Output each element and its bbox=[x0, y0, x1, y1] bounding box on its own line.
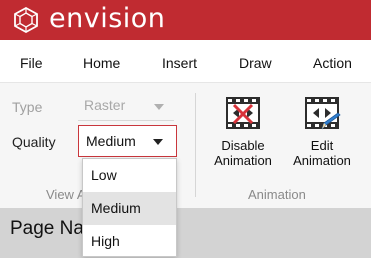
disable-animation-label-line2: Animation bbox=[214, 153, 272, 168]
view-group-label: View A bbox=[46, 187, 86, 202]
menu-action[interactable]: Action bbox=[313, 55, 352, 71]
edit-animation-label-line2: Animation bbox=[293, 153, 351, 168]
edit-animation-label: Edit Animation bbox=[288, 138, 356, 168]
film-strip-disable-icon bbox=[226, 97, 260, 129]
edit-animation-button[interactable]: Edit Animation bbox=[288, 95, 356, 168]
quality-select-value: Medium bbox=[86, 133, 136, 149]
page-bar: Page Na bbox=[0, 208, 371, 258]
app-name: envision bbox=[49, 3, 166, 34]
chevron-down-icon bbox=[153, 139, 163, 145]
menu-file[interactable]: File bbox=[20, 55, 43, 71]
envision-logo-icon bbox=[14, 7, 38, 33]
quality-option-medium[interactable]: Medium bbox=[83, 192, 176, 225]
type-select[interactable]: Raster bbox=[78, 91, 174, 121]
ribbon-separator bbox=[195, 93, 196, 197]
quality-dropdown-list: Low Medium High bbox=[82, 158, 177, 257]
menu-insert[interactable]: Insert bbox=[162, 55, 197, 71]
title-bar: envision bbox=[0, 0, 371, 40]
film-strip-edit-icon bbox=[305, 97, 341, 130]
animation-group-label: Animation bbox=[248, 187, 306, 202]
page-title: Page Na bbox=[10, 218, 84, 239]
quality-select[interactable]: Medium bbox=[78, 125, 177, 157]
menu-draw[interactable]: Draw bbox=[239, 55, 272, 71]
quality-option-medium-label: Medium bbox=[91, 200, 141, 216]
quality-option-low[interactable]: Low bbox=[83, 159, 176, 192]
quality-label: Quality bbox=[12, 134, 56, 150]
edit-animation-label-line1: Edit bbox=[310, 138, 334, 153]
disable-animation-label: Disable Animation bbox=[209, 138, 277, 168]
menu-bar: File Home Insert Draw Action bbox=[0, 40, 371, 82]
disable-animation-button[interactable]: Disable Animation bbox=[209, 95, 277, 168]
type-select-value: Raster bbox=[84, 97, 126, 113]
menu-home[interactable]: Home bbox=[83, 55, 120, 71]
type-label: Type bbox=[12, 99, 43, 115]
quality-option-high-label: High bbox=[91, 233, 120, 249]
disable-animation-label-line1: Disable bbox=[221, 138, 265, 153]
quality-option-high[interactable]: High bbox=[83, 225, 176, 258]
ribbon: Type Raster Quality Medium View A Disabl… bbox=[0, 82, 371, 208]
quality-option-low-label: Low bbox=[91, 167, 117, 183]
chevron-down-icon bbox=[154, 104, 164, 110]
